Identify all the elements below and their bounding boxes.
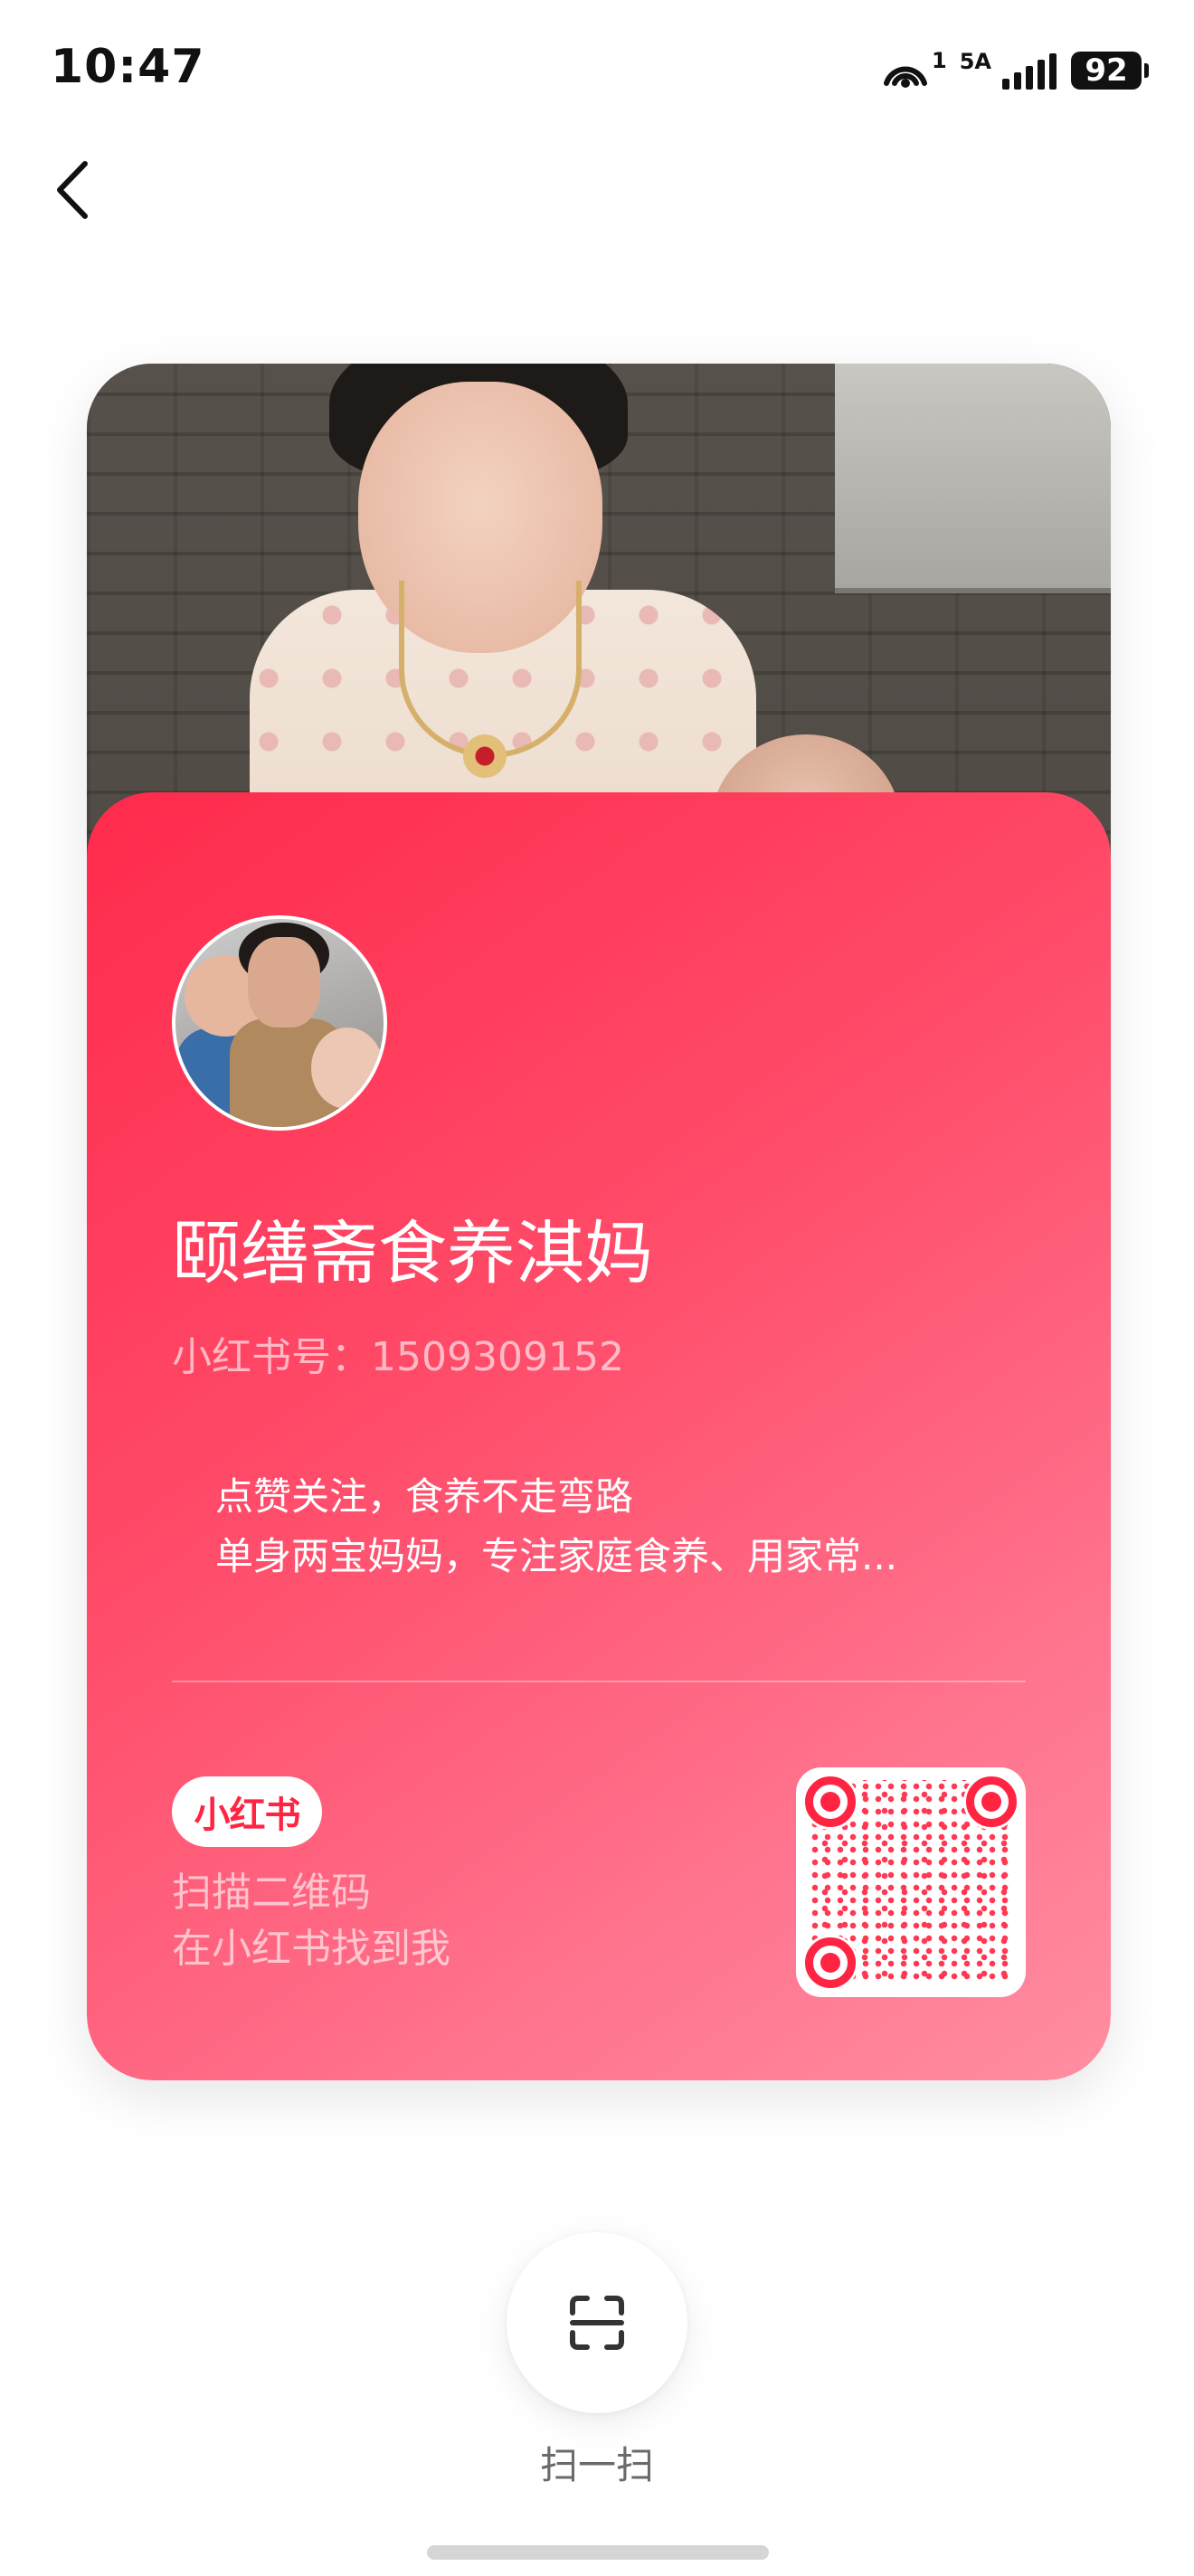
- profile-name: 颐缮斋食养淇妈: [172, 1213, 653, 1293]
- qr-finder-bottom-left: [805, 1937, 856, 1988]
- avatar[interactable]: [172, 915, 387, 1131]
- status-icons: 1 5A 92: [879, 47, 1149, 94]
- battery-indicator: 92: [1071, 52, 1149, 90]
- back-button[interactable]: [27, 145, 118, 235]
- status-time: 10:47: [51, 40, 205, 94]
- profile-card: 颐缮斋食养淇妈 小红书号：1509309152 点赞关注，食养不走弯路 单身两宝…: [87, 364, 1111, 2080]
- home-indicator[interactable]: [427, 2545, 769, 2560]
- scan-hint-line: 扫描二维码: [172, 1870, 371, 1916]
- scan-button[interactable]: [507, 2232, 687, 2413]
- qr-finder-top-left: [805, 1776, 856, 1827]
- divider: [172, 1681, 1026, 1682]
- bio-line: 单身两宝妈妈，专注家庭食养、用家常...: [215, 1534, 898, 1578]
- qr-finder-top-right: [966, 1776, 1017, 1827]
- bio-line: 点赞关注，食养不走弯路: [215, 1474, 634, 1519]
- profile-info-panel: 颐缮斋食养淇妈 小红书号：1509309152 点赞关注，食养不走弯路 单身两宝…: [87, 792, 1111, 2080]
- scan-label[interactable]: 扫一扫: [507, 2435, 687, 2490]
- profile-bio: 点赞关注，食养不走弯路 单身两宝妈妈，专注家庭食养、用家常...: [215, 1467, 897, 1586]
- network-type: 5A: [959, 49, 991, 74]
- xiaohongshu-logo: 小红书: [172, 1776, 322, 1847]
- signal-icon: [1000, 52, 1058, 90]
- status-bar: 10:47 1 5A 92: [0, 0, 1194, 136]
- profile-qr-code[interactable]: [796, 1767, 1026, 1997]
- red-id: 小红书号：1509309152: [172, 1334, 624, 1380]
- profile-qr-card-screen: 10:47 1 5A 92 颐缮斋食养淇妈 小红书号：1509309152 点赞…: [0, 0, 1194, 2576]
- logo-text: 小红书: [194, 1795, 301, 1836]
- scan-icon: [570, 2296, 624, 2350]
- scan-hint-line: 在小红书找到我: [172, 1926, 450, 1972]
- hotspot-icon: [879, 51, 932, 90]
- chevron-left-icon: [57, 161, 88, 219]
- battery-level: 92: [1085, 52, 1128, 89]
- scan-hint: 扫描二维码 在小红书找到我: [172, 1865, 450, 1977]
- hotspot-count: 1: [932, 48, 947, 73]
